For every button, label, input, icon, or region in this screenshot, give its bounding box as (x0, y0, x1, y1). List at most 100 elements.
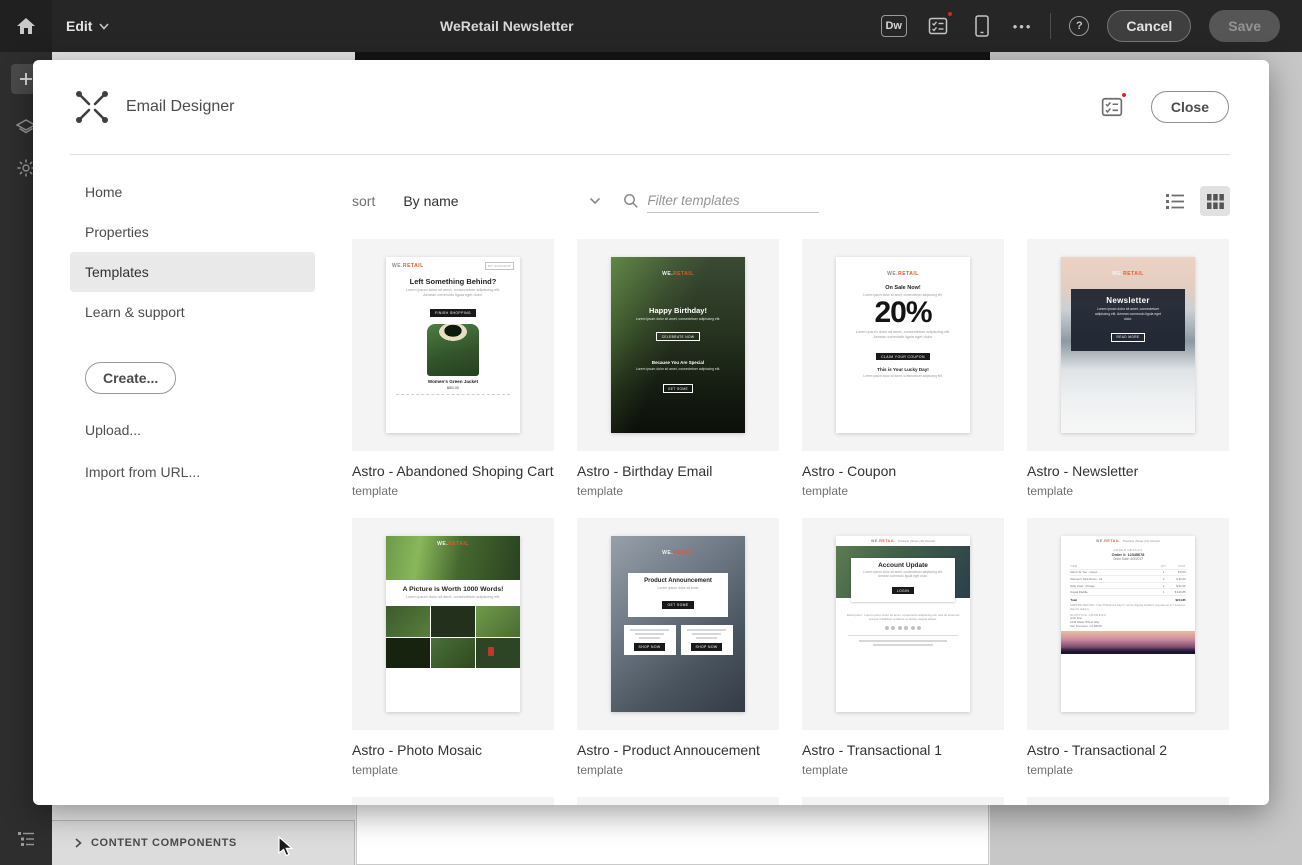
thumb-abandoned-cart: WE.RETAIL MY ACCOUNT Left Something Behi… (386, 257, 520, 433)
mosaic-tile (386, 606, 430, 637)
decor-line (848, 635, 958, 637)
template-card-abandoned-cart[interactable]: WE.RETAIL MY ACCOUNT Left Something Behi… (352, 239, 554, 498)
forest-photo: WE.RETAIL (386, 536, 520, 580)
brand-logo: WE.RETAIL (662, 271, 694, 277)
hero-photo: Account Update Lorem ipsum dolor sit ame… (836, 546, 970, 602)
upload-link[interactable]: Upload... (70, 422, 315, 438)
send-proof-button[interactable] (1099, 91, 1128, 120)
template-type: template (352, 484, 399, 498)
plus-icon (20, 73, 32, 85)
sort-label: sort (352, 193, 376, 209)
import-url-link[interactable]: Import from URL... (70, 464, 315, 480)
table-row: Men's XL Tee - Green 1 $ 8.00 (1070, 570, 1186, 577)
thumb-cta: SHOP NOW (633, 643, 666, 651)
create-button[interactable]: Create... (85, 362, 177, 394)
brand-logo: WE.RETAIL (1112, 271, 1144, 277)
notification-dot (945, 10, 954, 18)
template-card-newsletter[interactable]: WE.RETAIL Newsletter Lorem ipsum dolor s… (1027, 239, 1229, 498)
template-card-transactional-2[interactable]: WE.RETAIL Products | News | My Account O… (1027, 518, 1229, 777)
template-title: Astro - Abandoned Shoping Cart (352, 463, 554, 479)
list-view-button[interactable] (1160, 186, 1190, 216)
template-type: template (352, 763, 399, 777)
template-type: template (802, 484, 849, 498)
template-title: Astro - Transactional 2 (1027, 742, 1168, 758)
table-total-row: Total $214.85 (1070, 597, 1186, 602)
thumb-transactional-2: WE.RETAIL Products | News | My Account O… (1061, 536, 1195, 712)
page-title: WeRetail Newsletter (440, 18, 574, 34)
template-card-partial[interactable] (1027, 797, 1229, 805)
thumb-heading: 20% (874, 296, 932, 330)
sidebar-item-learn-support[interactable]: Learn & support (70, 292, 315, 332)
thumb-newsletter: WE.RETAIL Newsletter Lorem ipsum dolor s… (1061, 257, 1195, 433)
thumb-section-label: ORDER DETAILS (1113, 548, 1143, 552)
template-thumbnail: WE.RETAIL Product Announcement Lorem ips… (577, 518, 779, 730)
template-type: template (1027, 763, 1074, 777)
template-card-photo-mosaic[interactable]: WE.RETAIL A Picture is Worth 1000 Words!… (352, 518, 554, 777)
thumb-transactional-1: WE.RETAIL Products | News | My Account A… (836, 536, 970, 712)
sidebar-item-home[interactable]: Home (70, 172, 315, 212)
close-button[interactable]: Close (1150, 91, 1229, 123)
thumb-cta: FINISH SHOPPING (430, 309, 476, 318)
content-components-section[interactable]: CONTENT COMPONENTS (52, 820, 355, 865)
brand-logo: WE.RETAIL (437, 541, 469, 547)
thumb-nav-links: Products | News | My Account (1122, 539, 1161, 543)
template-card-coupon[interactable]: WE.RETAIL On Sale Now! Lorem ipsum dolor… (802, 239, 1004, 498)
search-icon (624, 194, 639, 208)
test-checklist-icon (928, 17, 947, 35)
thumb-overlay-panel: Account Update Lorem ipsum dolor sit ame… (851, 558, 955, 602)
cancel-button[interactable]: Cancel (1107, 10, 1192, 42)
dreamweaver-export-button[interactable]: Dw (880, 15, 907, 37)
thumb-column: SHOP NOW (623, 625, 676, 655)
template-card-partial[interactable] (577, 797, 779, 805)
test-checklist-icon (1101, 97, 1123, 117)
decor-line (629, 629, 670, 631)
brand-logo: WE.RETAIL (870, 539, 895, 543)
template-title: Astro - Coupon (802, 463, 897, 479)
thumb-nav-links: Products | News | My Account (897, 539, 936, 543)
help-button[interactable]: ? (1069, 16, 1090, 36)
home-icon (17, 18, 35, 34)
thumb-cta: SHOP NOW (690, 643, 723, 651)
thumb-body-text: Lorem ipsum dolor sit amet, consectetuer… (863, 373, 943, 378)
mosaic-tile (431, 637, 475, 669)
grid-view-button[interactable] (1200, 186, 1230, 216)
send-test-button[interactable] (925, 10, 954, 39)
sidebar-item-templates[interactable]: Templates (70, 252, 315, 292)
thumb-body-text: Lorem ipsum dolor sit amet, consectetuer… (1095, 307, 1161, 321)
template-card-product-announcement[interactable]: WE.RETAIL Product Announcement Lorem ips… (577, 518, 779, 777)
home-button[interactable] (0, 0, 52, 52)
save-button[interactable]: Save (1209, 10, 1280, 42)
thumb-birthday: WE.RETAIL Happy Birthday! Lorem ipsum do… (611, 257, 745, 433)
template-title: Astro - Transactional 1 (802, 742, 943, 758)
thumb-column: SHOP NOW (680, 625, 733, 655)
thumb-body-text: Lorem ipsum dolor sit amet (657, 586, 699, 590)
template-thumbnail: WE.RETAIL Products | News | My Account A… (802, 518, 1004, 730)
content-tree-button[interactable] (0, 819, 52, 859)
template-thumbnail: WE.RETAIL MY ACCOUNT Left Something Behi… (352, 239, 554, 451)
thumb-body-text: Lorem ipsum dolor sit amet, consectetuer… (635, 317, 721, 321)
edit-mode-menu[interactable]: Edit (66, 18, 110, 34)
filter-templates-input[interactable] (647, 189, 820, 213)
thumb-product-price: $85.00 (446, 385, 460, 391)
template-card-transactional-1[interactable]: WE.RETAIL Products | News | My Account A… (802, 518, 1004, 777)
sort-dropdown[interactable]: By name (403, 193, 601, 209)
thumb-photo-mosaic: WE.RETAIL A Picture is Worth 1000 Words!… (386, 536, 520, 712)
sidebar-item-properties[interactable]: Properties (70, 212, 315, 252)
green-jacket-image (427, 324, 479, 377)
mosaic-tile (431, 606, 475, 637)
toolbar-divider (1050, 13, 1052, 39)
thumb-cta: CLAIM YOUR COUPON (876, 352, 930, 361)
template-card-partial[interactable] (802, 797, 1004, 805)
thumb-shipping-method: SHIPPING METHOD : Free (5 Business Days*… (1070, 604, 1186, 611)
thumb-body-text: Lorem ipsum dolor sit amet, consectetuer… (855, 330, 951, 340)
photo-mosaic-grid (386, 606, 520, 669)
template-title: Astro - Newsletter (1027, 463, 1139, 479)
device-preview-button[interactable] (969, 13, 995, 39)
template-type: template (577, 484, 624, 498)
more-actions-button[interactable]: ••• (1013, 19, 1033, 34)
template-card-partial[interactable] (352, 797, 554, 805)
thumb-overlay-panel: Newsletter Lorem ipsum dolor sit amet, c… (1071, 289, 1185, 352)
thumb-heading: A Picture is Worth 1000 Words! (402, 586, 504, 593)
template-card-birthday[interactable]: WE.RETAIL Happy Birthday! Lorem ipsum do… (577, 239, 779, 498)
brand-logo: WE.RETAIL (662, 550, 694, 556)
